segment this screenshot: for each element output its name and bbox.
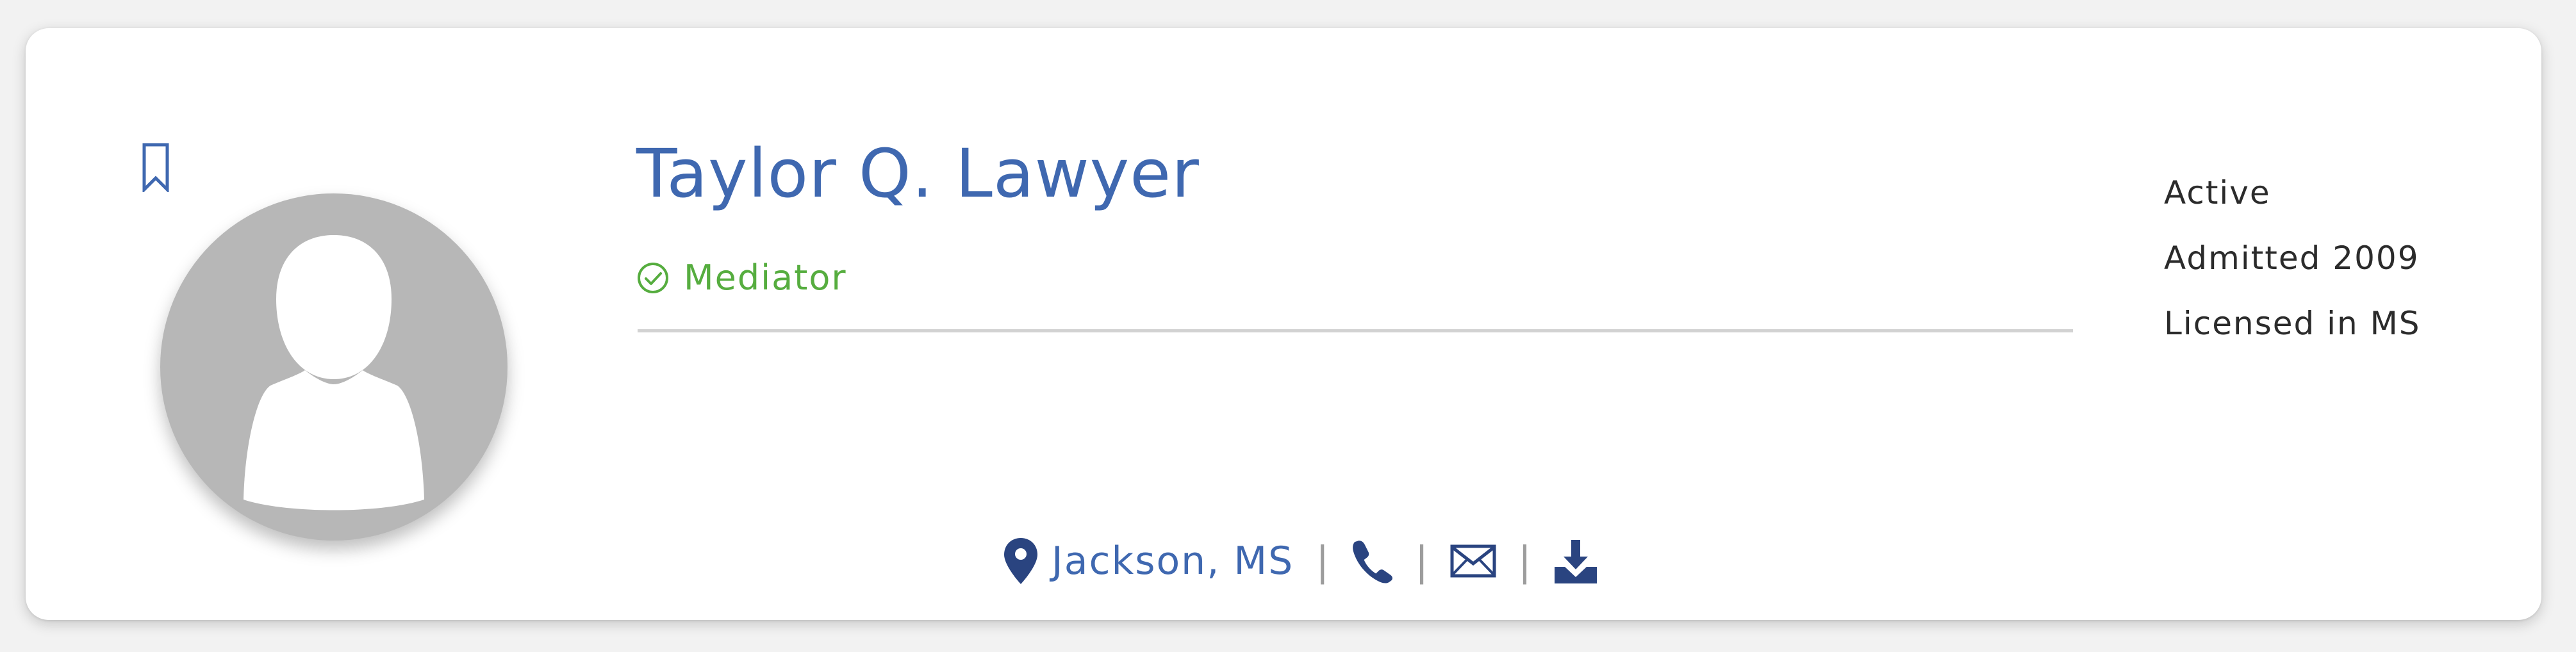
separator: | (1415, 537, 1428, 585)
envelope-icon (1450, 544, 1496, 578)
location-link[interactable]: Jackson, MS (1003, 537, 1294, 585)
phone-button[interactable] (1351, 539, 1393, 583)
divider (638, 329, 2073, 332)
status-active: Active (2164, 174, 2271, 211)
download-icon (1554, 540, 1597, 583)
attorney-profile-card: Taylor Q. Lawyer Mediator Active Admitte… (26, 28, 2541, 620)
bookmark-button[interactable] (142, 142, 170, 194)
separator: | (1517, 537, 1532, 585)
map-pin-icon (1004, 538, 1037, 584)
check-circle-icon (638, 262, 668, 293)
download-vcard-button[interactable] (1553, 537, 1598, 585)
status-list: Active Admitted 2009 Licensed in MS (2164, 160, 2523, 356)
person-silhouette-icon (244, 235, 424, 510)
status-licensed: Licensed in MS (2164, 305, 2421, 342)
avatar (160, 193, 508, 541)
status-admitted: Admitted 2009 (2164, 240, 2420, 277)
role-badge: Mediator (636, 257, 847, 298)
location-text: Jackson, MS (1052, 539, 1294, 583)
bookmark-icon (142, 143, 169, 194)
phone-icon (1353, 541, 1393, 583)
contact-bar: Jackson, MS | | | (1003, 534, 1598, 588)
separator: | (1316, 537, 1330, 585)
role-label: Mediator (684, 257, 847, 298)
attorney-name: Taylor Q. Lawyer (636, 134, 1200, 213)
email-button[interactable] (1450, 544, 1496, 578)
